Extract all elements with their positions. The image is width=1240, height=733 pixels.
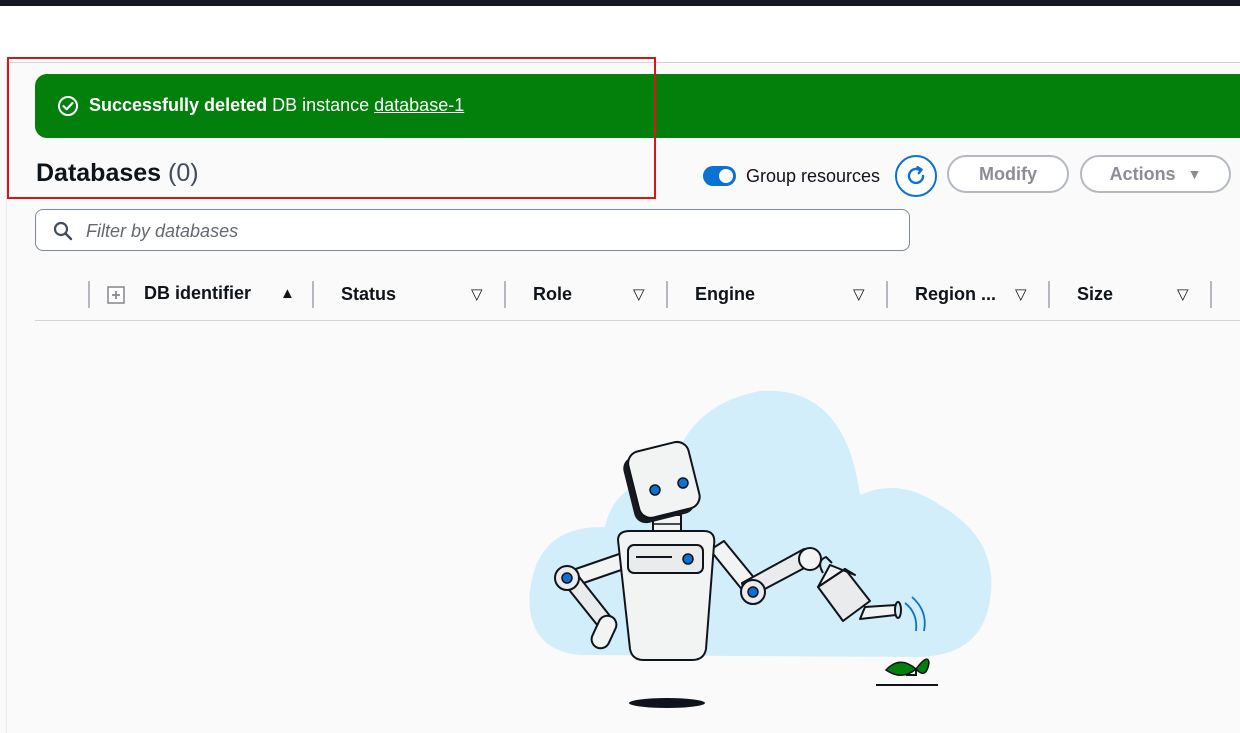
page-title: Databases (0) [36, 159, 199, 188]
sort-icon[interactable]: ▽ [853, 285, 865, 303]
column-separator[interactable] [1210, 281, 1212, 308]
refresh-icon [907, 166, 925, 185]
expand-all-icon[interactable] [107, 286, 125, 304]
refresh-button[interactable] [895, 155, 937, 197]
success-flashbar: Successfully deleted DB instance databas… [35, 74, 1240, 138]
sort-ascending-icon[interactable]: ▲ [280, 285, 295, 302]
column-header-size[interactable]: Size [1077, 284, 1113, 305]
sort-icon[interactable]: ▽ [633, 285, 645, 303]
caret-down-icon: ▼ [1187, 166, 1202, 182]
deleted-db-link[interactable]: database-1 [374, 95, 464, 115]
header-area [0, 6, 1240, 62]
column-separator [88, 281, 90, 308]
search-icon [53, 221, 73, 241]
column-header-status[interactable]: Status [341, 284, 396, 305]
column-header-role[interactable]: Role [533, 284, 572, 305]
sort-icon[interactable]: ▽ [1177, 285, 1189, 303]
modify-button[interactable]: Modify [947, 155, 1069, 193]
column-header-db-identifier[interactable]: DB identifier [144, 283, 251, 304]
database-count: (0) [168, 159, 199, 187]
flash-text: DB instance [267, 95, 375, 115]
column-separator[interactable] [886, 281, 888, 308]
group-resources-toggle[interactable] [703, 166, 736, 186]
empty-state-robot-illustration [529, 390, 992, 708]
filter-databases-input[interactable] [84, 217, 888, 245]
column-separator[interactable] [666, 281, 668, 308]
column-separator[interactable] [504, 281, 506, 308]
content-left-border [6, 62, 7, 733]
column-separator[interactable] [1048, 281, 1050, 308]
column-separator[interactable] [312, 281, 314, 308]
sort-icon[interactable]: ▽ [471, 285, 483, 303]
check-circle-icon [58, 96, 78, 116]
content-divider [6, 62, 1240, 63]
actions-label: Actions [1109, 163, 1176, 184]
filter-search-box [35, 209, 910, 251]
column-header-region[interactable]: Region ... [915, 284, 996, 305]
toggle-knob [719, 169, 733, 183]
flash-bold-text: Successfully deleted [89, 95, 268, 115]
group-resources-label: Group resources [746, 166, 881, 186]
actions-button[interactable]: Actions ▼ [1080, 155, 1231, 193]
flash-message: Successfully deleted DB instance databas… [89, 95, 464, 116]
sort-icon[interactable]: ▽ [1015, 285, 1027, 303]
table-header-divider [35, 320, 1240, 321]
page-title-text: Databases [36, 159, 162, 187]
column-header-engine[interactable]: Engine [695, 284, 755, 305]
